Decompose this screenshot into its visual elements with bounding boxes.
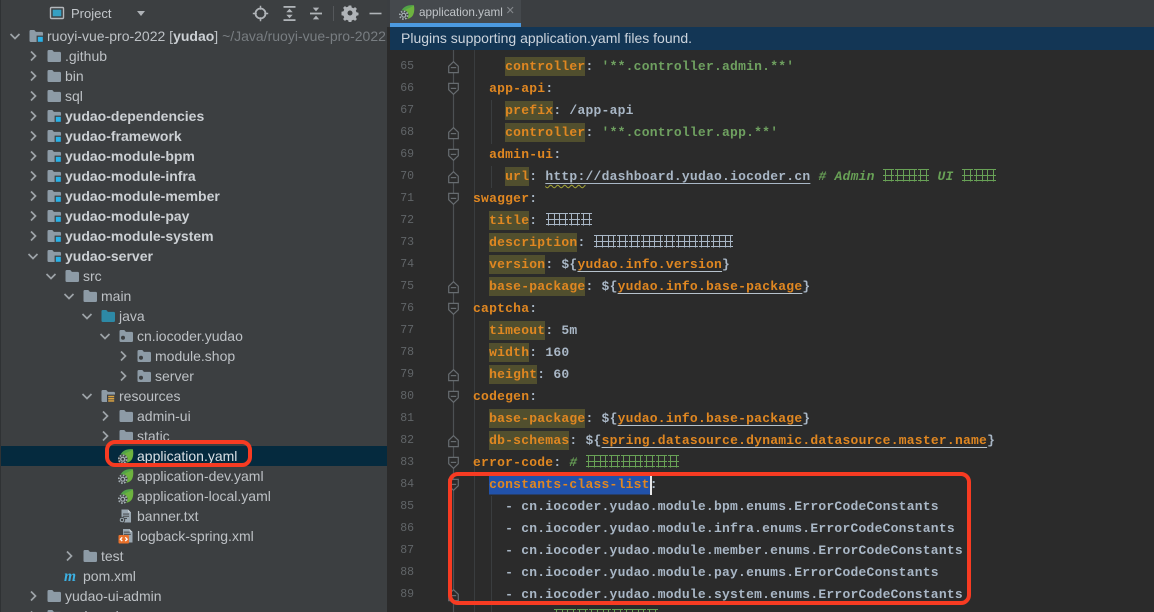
- svg-text:m: m: [64, 568, 76, 584]
